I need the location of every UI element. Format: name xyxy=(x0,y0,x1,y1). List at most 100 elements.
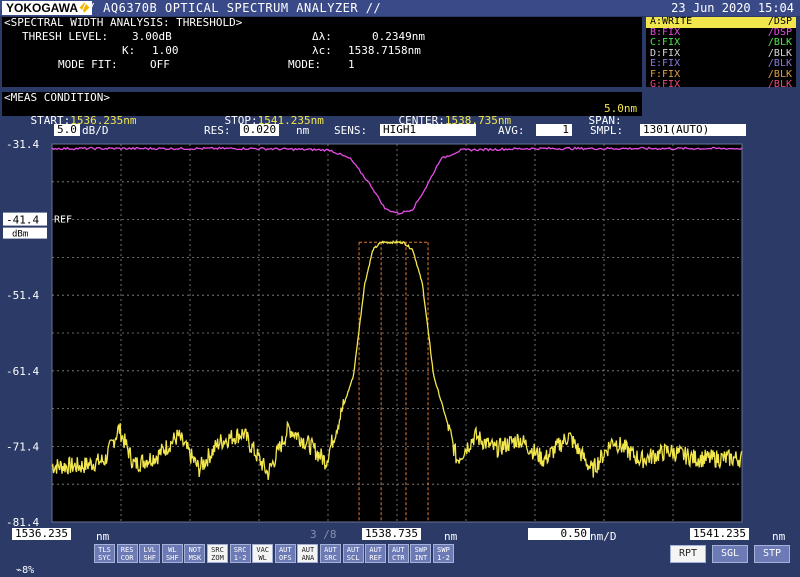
softkey-button[interactable]: AUT SCL xyxy=(342,544,364,563)
thresh-level-label: THRESH LEVEL: xyxy=(22,30,109,43)
trace-label: F:FIX xyxy=(650,68,681,80)
softkey-button[interactable]: RES COR xyxy=(116,544,138,563)
softkey-label: WL xyxy=(258,554,267,562)
settings-bar: 5.0 dB/D RES: 0.020 nm SENS: HIGH1 AVG: … xyxy=(0,124,800,138)
y-tick-label: -51.4 xyxy=(6,289,39,302)
x-center-value: 1538.735 xyxy=(362,528,421,540)
softkey-label: SHF xyxy=(143,554,157,562)
softkey-label: NOT xyxy=(188,546,202,554)
trace-state: /DSP xyxy=(767,16,792,27)
softkey-button[interactable]: AUT OFS xyxy=(274,544,296,563)
k-value: 1.00 xyxy=(152,44,179,57)
x-div-value: 0.50 xyxy=(528,528,590,540)
y-tick-label: -31.4 xyxy=(6,140,39,151)
sens-value-field[interactable]: HIGH1 xyxy=(380,124,476,136)
ref-value: -41.4 xyxy=(6,214,39,227)
date-time: 23 Jun 2020 15:04 xyxy=(671,1,794,15)
lambda-c-label: λc: xyxy=(312,44,332,57)
thresh-level-value: 3.00dB xyxy=(132,30,172,43)
avg-value-field[interactable]: 1 xyxy=(536,124,572,136)
y-tick-label: -61.4 xyxy=(6,365,39,378)
x-stop-unit: nm xyxy=(772,530,786,543)
softkey-button[interactable]: AUT SRC xyxy=(320,544,341,563)
smpl-value-field[interactable]: 1301(AUTO) xyxy=(640,124,746,136)
softkey-button[interactable]: SWP 1-2 xyxy=(433,544,454,563)
softkey-button[interactable]: AUT REF xyxy=(365,544,387,563)
softkey-button[interactable]: AUT CTR xyxy=(387,544,409,563)
trace-label: A:WRITE xyxy=(650,16,693,27)
softkey-button[interactable]: LVL SHF xyxy=(139,544,161,563)
softkey-label: AUT xyxy=(391,546,405,554)
lambda-c-value: 1538.7158nm xyxy=(348,44,421,57)
brand-text: YOKOGAWA xyxy=(6,1,79,15)
softkey-label: AUT xyxy=(301,546,315,554)
scale-value-field[interactable]: 5.0 xyxy=(54,124,80,136)
softkey-label: VAC xyxy=(256,546,270,554)
softkey-label: AUT xyxy=(346,546,360,554)
x-start-value: 1536.235 xyxy=(12,528,71,540)
trace-label: E:FIX xyxy=(650,58,681,69)
battery-level: 8% xyxy=(22,565,35,576)
res-label: RES: xyxy=(204,124,231,137)
brand-logo: YOKOGAWA xyxy=(2,1,93,15)
softkey-label: REF xyxy=(369,554,383,562)
trace-state: /BLK xyxy=(767,79,792,90)
sweep-stp-button[interactable]: STP xyxy=(754,545,790,563)
softkey-button[interactable]: WL SHF xyxy=(161,544,183,563)
sweep-sgl-button[interactable]: SGL xyxy=(712,545,748,563)
softkey-label: RES xyxy=(120,546,134,554)
y-tick-label: -81.4 xyxy=(6,516,39,526)
softkey-label: SWP xyxy=(414,546,428,554)
spectrum-chart[interactable]: -31.4 -51.4 -61.4 -71.4 -81.4 -41.4 REF dBm xyxy=(0,140,800,526)
trace-status-panel: A:WRITE/DSP B:FIX/DSP C:FIX/BLK D:FIX/BLK E:… xyxy=(646,16,796,90)
ref-unit: dBm xyxy=(12,230,28,240)
softkey-label: SWP xyxy=(437,546,450,554)
mode-label: MODE: xyxy=(288,58,322,71)
res-unit: nm xyxy=(296,124,310,137)
softkey-label: CTR xyxy=(391,554,405,562)
softkey-label: SRC xyxy=(233,546,247,554)
avg-label: AVG: xyxy=(498,124,525,137)
softkey-button[interactable]: AUT ANA xyxy=(297,544,319,563)
analysis-heading: <SPECTRAL WIDTH ANALYSIS: THRESHOLD> xyxy=(4,16,243,29)
instrument-title: // AQ6370B OPTICAL SPECTRUM ANALYZER // xyxy=(80,1,382,15)
softkey-label: LVL xyxy=(143,546,157,554)
title-bar: YOKOGAWA // AQ6370B OPTICAL SPECTRUM ANA… xyxy=(0,0,800,16)
trace-label: D:FIX xyxy=(650,47,681,59)
softkey-label: MSK xyxy=(188,554,202,562)
ref-label: REF xyxy=(54,215,72,226)
res-value-field[interactable]: 0.020 xyxy=(240,124,280,136)
softkey-label: AUT xyxy=(324,546,337,554)
trace-state: /BLK xyxy=(767,58,792,69)
softkey-button[interactable]: SWP INT xyxy=(410,544,432,563)
softkey-button[interactable]: SRC ZOM xyxy=(207,544,228,563)
bottom-axis-bar: 1536.235 nm 3 /8 1538.735 nm 0.50 nm/D 1… xyxy=(0,527,800,543)
softkey-label: 1-2 xyxy=(437,554,450,562)
analysis-panel: <SPECTRAL WIDTH ANALYSIS: THRESHOLD> THR… xyxy=(2,17,642,87)
delta-lambda-label: Δλ: xyxy=(312,30,332,43)
softkey-label: COR xyxy=(120,554,134,562)
softkey-button[interactable]: VAC WL xyxy=(252,544,274,563)
softkey-label: SYC xyxy=(98,554,111,562)
softkey-label: AUT xyxy=(369,546,383,554)
softkey-label: SCL xyxy=(346,554,360,562)
smpl-label: SMPL: xyxy=(590,124,624,137)
trace-label: B:FIX xyxy=(650,26,681,38)
battery-indicator: ⌁8% xyxy=(4,553,34,577)
trace-label: C:FIX xyxy=(650,37,681,48)
softkey-label: AUT xyxy=(278,546,292,554)
sweep-rpt-button[interactable]: RPT xyxy=(670,545,706,563)
softkey-label: ZOM xyxy=(211,554,224,562)
k-label: K: xyxy=(122,44,136,57)
trace-label: G:FIX xyxy=(650,79,681,90)
trace-row: G:FIX/BLK xyxy=(646,79,796,91)
softkey-label: TLS xyxy=(98,546,111,554)
softkey-button[interactable]: TLS SYC xyxy=(94,544,115,563)
softkey-label: INT xyxy=(414,554,428,562)
softkey-label: OFS xyxy=(278,554,292,562)
softkey-button[interactable]: SRC 1-2 xyxy=(229,544,251,563)
x-start-unit: nm xyxy=(96,530,110,543)
softkey-button[interactable]: NOT MSK xyxy=(184,544,206,563)
x-center-unit: nm xyxy=(444,530,458,543)
y-tick-label: -71.4 xyxy=(6,440,39,453)
